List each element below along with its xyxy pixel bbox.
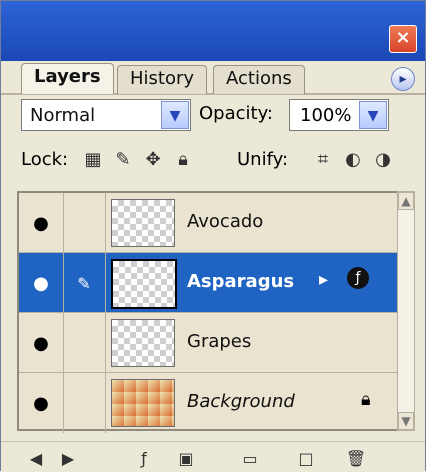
lock-row: Lock: ▦ ✎ ✥ 🔒︎ Unify: ⌗ ◐ ◑ (1, 147, 425, 175)
lock-transparency-icon[interactable]: ▦ (83, 149, 103, 170)
eye-icon[interactable]: ● (19, 313, 64, 373)
layer-thumbnail (111, 379, 175, 427)
layer-link-cell[interactable] (63, 373, 106, 433)
lock-position-move-icon[interactable]: ✥ (143, 149, 163, 170)
layer-style-menu-icon[interactable]: ƒ (133, 448, 155, 468)
new-layer-icon[interactable]: □ (295, 448, 317, 468)
layer-link-cell[interactable] (63, 193, 106, 253)
tab-bar: Layers History Actions ▸ (1, 61, 425, 95)
brush-icon[interactable]: ✎ (63, 253, 106, 313)
mask-icon[interactable]: ▣ (175, 448, 197, 468)
layer-thumbnail (111, 199, 175, 247)
lock-all-icon[interactable]: 🔒︎ (173, 149, 193, 170)
layer-name: Asparagus (187, 271, 295, 292)
panel-menu-button[interactable]: ▸ (391, 67, 415, 91)
opacity-select[interactable]: 100% ▼ (289, 99, 389, 131)
layer-row[interactable]: ● Grapes (19, 313, 397, 373)
unify-visibility-icon[interactable]: ◐ (343, 149, 363, 170)
panel-bottom-bar: ◀ ▶ ƒ ▣ ▭ □ 🗑︎ (1, 441, 425, 472)
lock-icon: 🔒︎ (361, 389, 371, 410)
layer-row[interactable]: ● Background 🔒︎ (19, 373, 397, 433)
layers-scrollbar[interactable]: ▲ ▼ (397, 191, 415, 431)
scroll-down-icon[interactable]: ▼ (398, 412, 414, 430)
nav-next-icon[interactable]: ▶ (57, 448, 79, 468)
lock-image-brush-icon[interactable]: ✎ (113, 149, 133, 170)
tab-actions[interactable]: Actions (213, 65, 305, 94)
layer-link-cell[interactable] (63, 313, 106, 373)
layers-list: ● Avocado ● ✎ Asparagus ▸ ƒ ● Grapes ● B… (17, 191, 397, 433)
layer-style-icon[interactable]: ƒ (347, 267, 369, 289)
tab-history[interactable]: History (117, 65, 208, 94)
opacity-label: Opacity: (199, 103, 273, 124)
unify-label: Unify: (237, 149, 289, 170)
eye-icon[interactable]: ● (19, 253, 64, 313)
layer-row[interactable]: ● ✎ Asparagus ▸ ƒ (19, 253, 397, 313)
trash-icon[interactable]: 🗑︎ (345, 448, 367, 468)
eye-icon[interactable]: ● (19, 193, 64, 253)
eye-icon[interactable]: ● (19, 373, 64, 433)
new-group-folder-icon[interactable]: ▭ (239, 448, 261, 468)
layer-thumbnail (111, 319, 175, 367)
layer-row[interactable]: ● Avocado (19, 193, 397, 253)
unify-position-icon[interactable]: ⌗ (313, 149, 333, 170)
blend-mode-select[interactable]: Normal ▼ (21, 99, 191, 131)
layer-name: Avocado (187, 211, 264, 232)
blend-mode-value: Normal (30, 105, 96, 126)
scroll-up-icon[interactable]: ▲ (398, 192, 414, 210)
blend-row: Normal ▼ Opacity: 100% ▼ (1, 99, 425, 135)
tab-layers[interactable]: Layers (21, 63, 114, 94)
layer-name: Background (187, 391, 295, 412)
lock-label: Lock: (21, 149, 69, 170)
chevron-down-icon[interactable]: ▼ (359, 101, 387, 129)
opacity-value: 100% (300, 105, 352, 126)
close-button[interactable]: × (389, 25, 417, 53)
nav-previous-icon[interactable]: ◀ (25, 448, 47, 468)
layers-panel: × Layers History Actions ▸ Normal ▼ Opac… (0, 0, 426, 472)
expand-arrow-icon[interactable]: ▸ (319, 269, 328, 290)
unify-style-icon[interactable]: ◑ (373, 149, 393, 170)
layer-name: Grapes (187, 331, 252, 352)
layer-thumbnail (111, 259, 177, 309)
chevron-down-icon[interactable]: ▼ (161, 101, 189, 129)
panel-titlebar: × (1, 1, 425, 61)
